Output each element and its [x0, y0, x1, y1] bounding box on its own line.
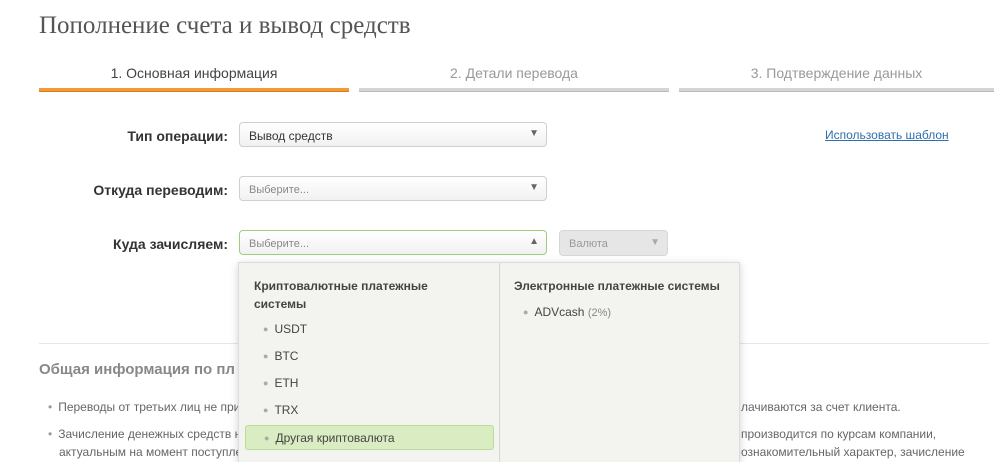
wizard-steps: 1. Основная информация 2. Детали перевод… — [39, 60, 994, 92]
dropdown-item-usdt[interactable]: ● USDT — [263, 317, 307, 342]
bullet-icon: ● — [263, 324, 269, 334]
step-transfer-details[interactable]: 2. Детали перевода — [359, 60, 669, 92]
from-select[interactable]: Выберите... ▼ — [239, 176, 547, 201]
operation-type-select[interactable]: Вывод средств ▼ — [239, 122, 547, 147]
from-label: Откуда переводим: — [93, 182, 228, 198]
step-label: 2. Детали перевода — [450, 65, 578, 81]
info-section-title: Общая информация по пл — [39, 361, 235, 378]
bullet-icon: ● — [263, 378, 269, 388]
from-placeholder: Выберите... — [249, 184, 310, 196]
page-title: Пополнение счета и вывод средств — [39, 12, 411, 39]
chevron-down-icon: ▼ — [650, 237, 660, 248]
info-line: актуальным на момент поступле — [59, 445, 243, 459]
bullet-icon: ● — [264, 433, 270, 443]
info-line: производится по курсам компании, — [741, 427, 937, 441]
to-label: Куда зачисляем: — [113, 236, 228, 252]
chevron-down-icon: ▼ — [529, 182, 539, 193]
dropdown-item-advcash[interactable]: ● ADVcash (2%) — [523, 300, 611, 325]
dropdown-item-btc[interactable]: ● BTC — [263, 344, 298, 369]
step-confirmation[interactable]: 3. Подтверждение данных — [679, 60, 994, 92]
dropdown-item-other-crypto[interactable]: ● Другая криптовалюта — [245, 425, 494, 450]
currency-select[interactable]: Валюта ▼ — [559, 230, 668, 256]
info-line: • Переводы от третьих лиц не при — [48, 400, 241, 414]
crypto-heading: Криптовалютные платежные системы — [254, 279, 428, 311]
operation-type-label: Тип операции: — [127, 128, 228, 144]
info-line: лачиваются за счет клиента. — [741, 400, 901, 414]
dropdown-item-eth[interactable]: ● ETH — [263, 371, 298, 396]
step-label: 1. Основная информация — [110, 65, 278, 81]
to-select[interactable]: Выберите... ▲ — [239, 230, 547, 255]
step-progress-bar — [359, 88, 669, 92]
destination-dropdown: Криптовалютные платежные системы ● USDT ●… — [238, 262, 740, 462]
bullet-icon: ● — [263, 405, 269, 415]
to-placeholder: Выберите... — [249, 238, 310, 250]
crypto-column: Криптовалютные платежные системы ● USDT ●… — [239, 263, 500, 462]
step-label: 3. Подтверждение данных — [750, 65, 923, 81]
currency-placeholder: Валюта — [569, 238, 608, 250]
info-line: • Зачисление денежных средств н — [48, 427, 242, 441]
chevron-up-icon: ▲ — [529, 236, 539, 247]
bullet-icon: ● — [263, 351, 269, 361]
step-progress-bar — [39, 88, 349, 92]
step-progress-bar — [679, 88, 994, 92]
electronic-column: Электронные платежные системы ● ADVcash (… — [500, 263, 739, 462]
chevron-down-icon: ▼ — [529, 128, 539, 139]
step-basic-info[interactable]: 1. Основная информация — [39, 60, 349, 92]
use-template-link[interactable]: Использовать шаблон — [825, 128, 949, 142]
electronic-heading: Электронные платежные системы — [514, 279, 720, 293]
operation-type-value: Вывод средств — [249, 129, 333, 143]
info-line: ознакомительный характер, зачисление — [741, 445, 965, 459]
bullet-icon: ● — [523, 307, 529, 317]
dropdown-item-trx[interactable]: ● TRX — [263, 398, 298, 423]
